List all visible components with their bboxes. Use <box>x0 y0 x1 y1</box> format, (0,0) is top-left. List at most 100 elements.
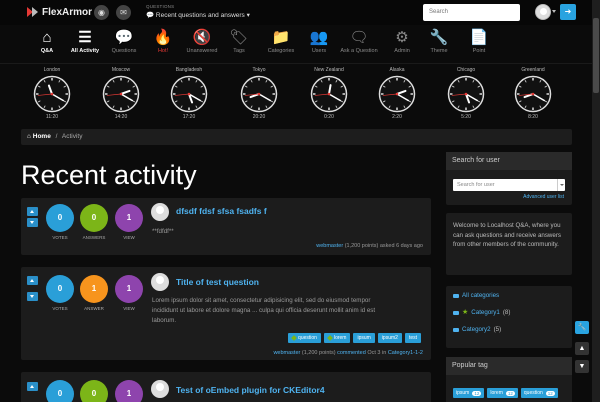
clock-city: New Zealand <box>314 67 344 73</box>
answers-label: ANSWER <box>84 306 104 311</box>
question-title[interactable]: Test of oEmbed plugin for CKEditor4 <box>176 385 325 395</box>
folder-icon <box>453 293 459 298</box>
advanced-user-list-link[interactable]: Advanced user list <box>523 194 564 200</box>
document-icon: 📄 <box>469 29 489 46</box>
excerpt-line: laborum. <box>152 317 177 324</box>
meta-points: (1,200 points) <box>344 243 379 249</box>
question-meta: webmaster (1,200 points) commented Oct 3… <box>273 350 423 356</box>
category-item[interactable]: All categories <box>453 292 565 299</box>
nav-item[interactable]: 📄 Point <box>462 28 496 54</box>
meta-when: 6 days ago <box>396 243 423 249</box>
category-list: All categories ★ Category1 (8) Category2 (5) <box>446 286 572 349</box>
clock: Greenland 8:20 <box>503 67 563 120</box>
fire-icon: 🔥 <box>153 29 173 46</box>
nav-item[interactable]: 🏷 Tags <box>222 28 256 54</box>
vote-down-button[interactable] <box>27 292 38 301</box>
popular-tag-chip[interactable]: ipsum 12 <box>453 388 485 398</box>
clock-time: 17:20 <box>182 114 196 120</box>
welcome-panel: Welcome to Localhost Q&A, where you can … <box>446 213 572 275</box>
question-title[interactable]: Title of test question <box>176 277 259 287</box>
popular-tag-label: question <box>523 390 543 396</box>
clock-center <box>50 92 54 96</box>
home-icon: ⌂ <box>42 29 52 46</box>
user-menu-caret-icon[interactable] <box>552 10 556 13</box>
popular-tag-chip[interactable]: lorem 12 <box>487 388 518 398</box>
clock-city: Alaska <box>389 67 405 73</box>
popular-tag-list: ipsum12lorem12question12test12 <box>446 375 572 402</box>
tag-chip[interactable]: ipsum <box>353 333 375 343</box>
wrench-icon[interactable]: 🔧 <box>575 321 589 334</box>
top-bar: FlexArmor ◉ ✉ QUESTIONS 💬 Recent questio… <box>0 0 592 25</box>
answers-count: 0 <box>80 204 108 232</box>
vote-down-button[interactable] <box>27 218 38 227</box>
tag-chip[interactable]: lorem <box>323 333 351 343</box>
asker-avatar[interactable] <box>151 380 169 398</box>
home-icon[interactable]: ⌂ <box>27 133 31 140</box>
clock: Bangladesh 17:20 <box>159 67 219 120</box>
user-search-input[interactable]: Search for user <box>453 179 565 191</box>
question-item: 0 0 1 Test of oEmbed plugin for CKEditor… <box>21 372 431 402</box>
analog-clock-face <box>102 75 140 113</box>
asker-avatar[interactable] <box>151 203 169 221</box>
analog-clock-face <box>170 75 208 113</box>
folder-icon <box>453 310 459 315</box>
meta-action-link[interactable]: commented <box>337 350 366 356</box>
tag-chip[interactable]: ipsum2 <box>377 333 402 343</box>
popular-tag-count: 12 <box>505 390 515 396</box>
category-item[interactable]: ★ Category1 (8) <box>453 309 565 316</box>
meta-user-link[interactable]: webmaster <box>316 243 343 249</box>
chevron-down-icon[interactable] <box>557 179 565 191</box>
clock-city: Bangladesh <box>175 67 203 73</box>
tag-chip[interactable]: test <box>404 333 421 343</box>
vote-up-button[interactable] <box>27 276 38 285</box>
clock-city: Moscow <box>111 67 131 73</box>
meta-user-link[interactable]: webmaster <box>273 350 300 356</box>
votes-count: 0 <box>46 275 74 303</box>
nav-item[interactable]: 🗨 Ask a Question <box>340 28 377 54</box>
clock: London 11:20 <box>22 67 82 120</box>
questions-dropdown-value: Recent questions and answers <box>155 12 245 19</box>
popular-tag-panel: Popular tag ipsum12lorem12question12test… <box>446 357 572 402</box>
user-search-placeholder: Search for user <box>457 182 495 188</box>
clock-time: 5:20 <box>461 114 471 120</box>
popular-tag-chip[interactable]: question 12 <box>520 388 558 398</box>
admin-gear-icon: ⚙ <box>395 29 409 46</box>
search-input[interactable]: Search <box>423 4 520 21</box>
clock-center <box>464 92 468 96</box>
breadcrumb-home[interactable]: Home <box>33 133 51 140</box>
page-scrollbar[interactable] <box>592 0 600 402</box>
views-count: 1 <box>115 380 143 402</box>
user-avatar[interactable] <box>535 4 551 20</box>
nav-item[interactable]: 👥 Users <box>302 28 336 54</box>
logout-icon[interactable]: ➜ <box>560 4 576 20</box>
vote-up-button[interactable] <box>27 382 38 391</box>
popular-tag-title: Popular tag <box>446 357 572 375</box>
scroll-down-icon[interactable]: ▼ <box>575 360 589 373</box>
tag-diamond-icon <box>291 335 297 341</box>
breadcrumb-separator: / <box>55 133 58 140</box>
tag-label: question <box>298 335 317 341</box>
question-tags: question lorem ipsum ipsum2 test <box>288 333 421 343</box>
meta-when: Oct 3 in <box>367 350 387 356</box>
question-title[interactable]: dfsdf fdsf sfsa fsadfs f <box>176 206 267 216</box>
asker-avatar[interactable] <box>151 273 169 291</box>
tag-chip[interactable]: question <box>288 333 321 343</box>
scroll-up-icon[interactable]: ▲ <box>575 342 589 355</box>
questions-dropdown[interactable]: 💬 Recent questions and answers ▾ <box>146 11 250 19</box>
views-stat: 1 <box>115 380 143 402</box>
category-label: Category1 <box>471 309 500 316</box>
brand-logo[interactable]: FlexArmor <box>27 6 92 18</box>
vote-up-button[interactable] <box>27 207 38 216</box>
category-item[interactable]: Category2 (5) <box>453 326 565 333</box>
mail-icon[interactable]: ✉ <box>116 5 131 20</box>
clock: Tokyo 20:20 <box>229 67 289 120</box>
welcome-text: Welcome to Localhost Q&A, where you can … <box>453 222 561 248</box>
answers-label: ANSWERS <box>82 235 106 240</box>
scrollbar-thumb[interactable] <box>593 18 599 93</box>
popular-tag-label: ipsum <box>456 390 470 396</box>
meta-category-link[interactable]: Category1-1-2 <box>388 350 423 356</box>
categories-panel: All categories ★ Category1 (8) Category2 (5) <box>446 286 572 348</box>
globe-icon[interactable]: ◉ <box>94 5 109 20</box>
question-meta: webmaster (1,200 points) asked 6 days ag… <box>316 243 423 249</box>
nav-item[interactable]: 🔧 Theme <box>422 28 456 54</box>
